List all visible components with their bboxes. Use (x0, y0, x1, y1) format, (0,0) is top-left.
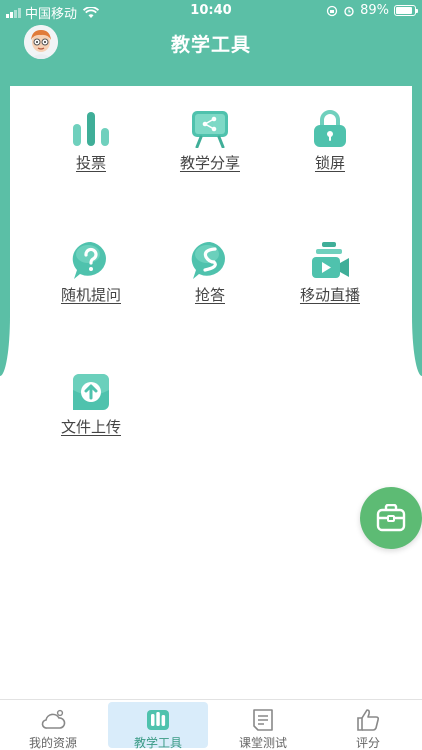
orientation-lock-icon (326, 5, 338, 16)
tool-live-stream[interactable]: 移动直播 (270, 240, 390, 305)
cloud-icon (41, 709, 66, 729)
tool-lock-screen[interactable]: 锁屏 (270, 108, 390, 173)
quick-answer-icon (191, 241, 225, 279)
page-title: 教学工具 (170, 34, 251, 56)
tab-label: 我的资源 (28, 736, 77, 750)
tab-label: 教学工具 (133, 736, 182, 750)
header-side-right (412, 86, 422, 376)
tool-file-upload[interactable]: 文件上传 (31, 372, 151, 437)
tab-label: 评分 (355, 736, 380, 750)
alarm-icon (344, 6, 354, 16)
vote-chart-icon (73, 112, 109, 146)
battery-icon (394, 5, 418, 16)
header-side-left (0, 86, 10, 376)
tool-quick-answer[interactable]: 抢答 (150, 240, 270, 305)
toolbox-fab-button[interactable] (360, 487, 422, 549)
live-camera-icon (312, 242, 349, 278)
tool-label: 文件上传 (60, 418, 121, 436)
tool-label: 锁屏 (314, 154, 345, 172)
tool-random-question[interactable]: 随机提问 (31, 240, 151, 305)
question-bubble-icon (72, 241, 106, 279)
tab-teaching-tools[interactable]: 教学工具 (108, 702, 208, 750)
tool-vote[interactable]: 投票 (31, 108, 151, 173)
bottom-tab-bar: 我的资源 教学工具 课堂测试 评分 (0, 699, 422, 750)
status-bar: 中国移动 10:40 89% (0, 0, 422, 22)
tools-icon (147, 710, 169, 730)
upload-icon (73, 374, 109, 410)
tool-teaching-share[interactable]: 教学分享 (150, 108, 270, 173)
tab-label: 课堂测试 (238, 736, 287, 750)
tab-rating[interactable]: 评分 (318, 702, 418, 750)
header-bar: 中国移动 10:40 89% 教学工具 (0, 0, 422, 86)
tab-my-resources[interactable]: 我的资源 (3, 702, 103, 750)
tool-label: 投票 (75, 154, 106, 172)
toolbox-icon (376, 504, 406, 532)
tool-label: 教学分享 (179, 154, 240, 172)
tab-class-test[interactable]: 课堂测试 (213, 702, 313, 750)
battery-percent: 89% (360, 3, 389, 18)
share-board-icon (192, 111, 228, 148)
thumbs-up-icon (357, 709, 380, 731)
tool-label: 移动直播 (299, 286, 360, 304)
test-paper-icon (253, 709, 273, 731)
tool-label: 随机提问 (60, 286, 121, 304)
lock-icon (314, 110, 346, 147)
tool-label: 抢答 (194, 286, 225, 304)
